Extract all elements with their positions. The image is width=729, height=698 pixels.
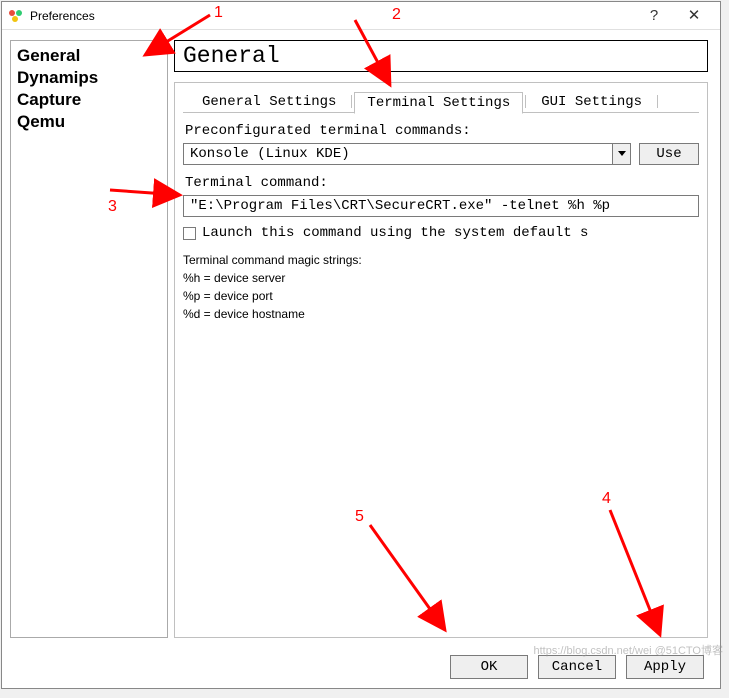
sidebar-item-capture[interactable]: Capture <box>17 89 161 111</box>
sidebar-item-qemu[interactable]: Qemu <box>17 111 161 133</box>
magic-strings-help: Terminal command magic strings: %h = dev… <box>183 251 699 323</box>
app-icon <box>8 8 24 24</box>
preconfigured-label: Preconfigurated terminal commands: <box>185 123 699 139</box>
ok-button[interactable]: OK <box>450 655 528 679</box>
tab-row: General Settings Terminal Settings GUI S… <box>183 91 699 113</box>
use-button[interactable]: Use <box>639 143 699 165</box>
chevron-down-icon[interactable] <box>612 144 630 164</box>
tab-gui-settings[interactable]: GUI Settings <box>528 91 655 113</box>
terminal-command-input[interactable]: "E:\Program Files\CRT\SecureCRT.exe" -te… <box>183 195 699 217</box>
tab-divider <box>351 95 352 108</box>
help-button[interactable]: ? <box>634 4 674 28</box>
main-area: General General Settings Terminal Settin… <box>174 40 708 638</box>
window-body: General Dynamips Capture Qemu General Ge… <box>2 30 720 646</box>
cancel-button[interactable]: Cancel <box>538 655 616 679</box>
apply-button[interactable]: Apply <box>626 655 704 679</box>
launch-default-label: Launch this command using the system def… <box>202 225 588 241</box>
watermark: https://blog.csdn.net/wei @51CTO博客 <box>534 642 724 658</box>
command-label: Terminal command: <box>185 175 699 191</box>
help-heading: Terminal command magic strings: <box>183 251 699 269</box>
close-button[interactable]: ✕ <box>674 4 714 28</box>
help-line: %h = device server <box>183 269 699 287</box>
page-heading: General <box>174 40 708 72</box>
sidebar-item-dynamips[interactable]: Dynamips <box>17 67 161 89</box>
settings-panel: General Settings Terminal Settings GUI S… <box>174 82 708 638</box>
launch-default-checkbox[interactable] <box>183 227 196 240</box>
preconfigured-combo[interactable]: Konsole (Linux KDE) <box>183 143 631 165</box>
sidebar-item-general[interactable]: General <box>17 45 161 67</box>
preconfigured-combo-value: Konsole (Linux KDE) <box>184 144 612 164</box>
help-line: %p = device port <box>183 287 699 305</box>
window-title: Preferences <box>30 9 634 23</box>
tab-terminal-settings[interactable]: Terminal Settings <box>354 92 523 114</box>
sidebar: General Dynamips Capture Qemu <box>10 40 168 638</box>
titlebar: Preferences ? ✕ <box>2 2 720 30</box>
tab-divider <box>525 95 526 108</box>
help-line: %d = device hostname <box>183 305 699 323</box>
tab-general-settings[interactable]: General Settings <box>189 91 349 113</box>
preferences-window: Preferences ? ✕ General Dynamips Capture… <box>1 1 721 689</box>
tab-divider <box>657 95 658 108</box>
